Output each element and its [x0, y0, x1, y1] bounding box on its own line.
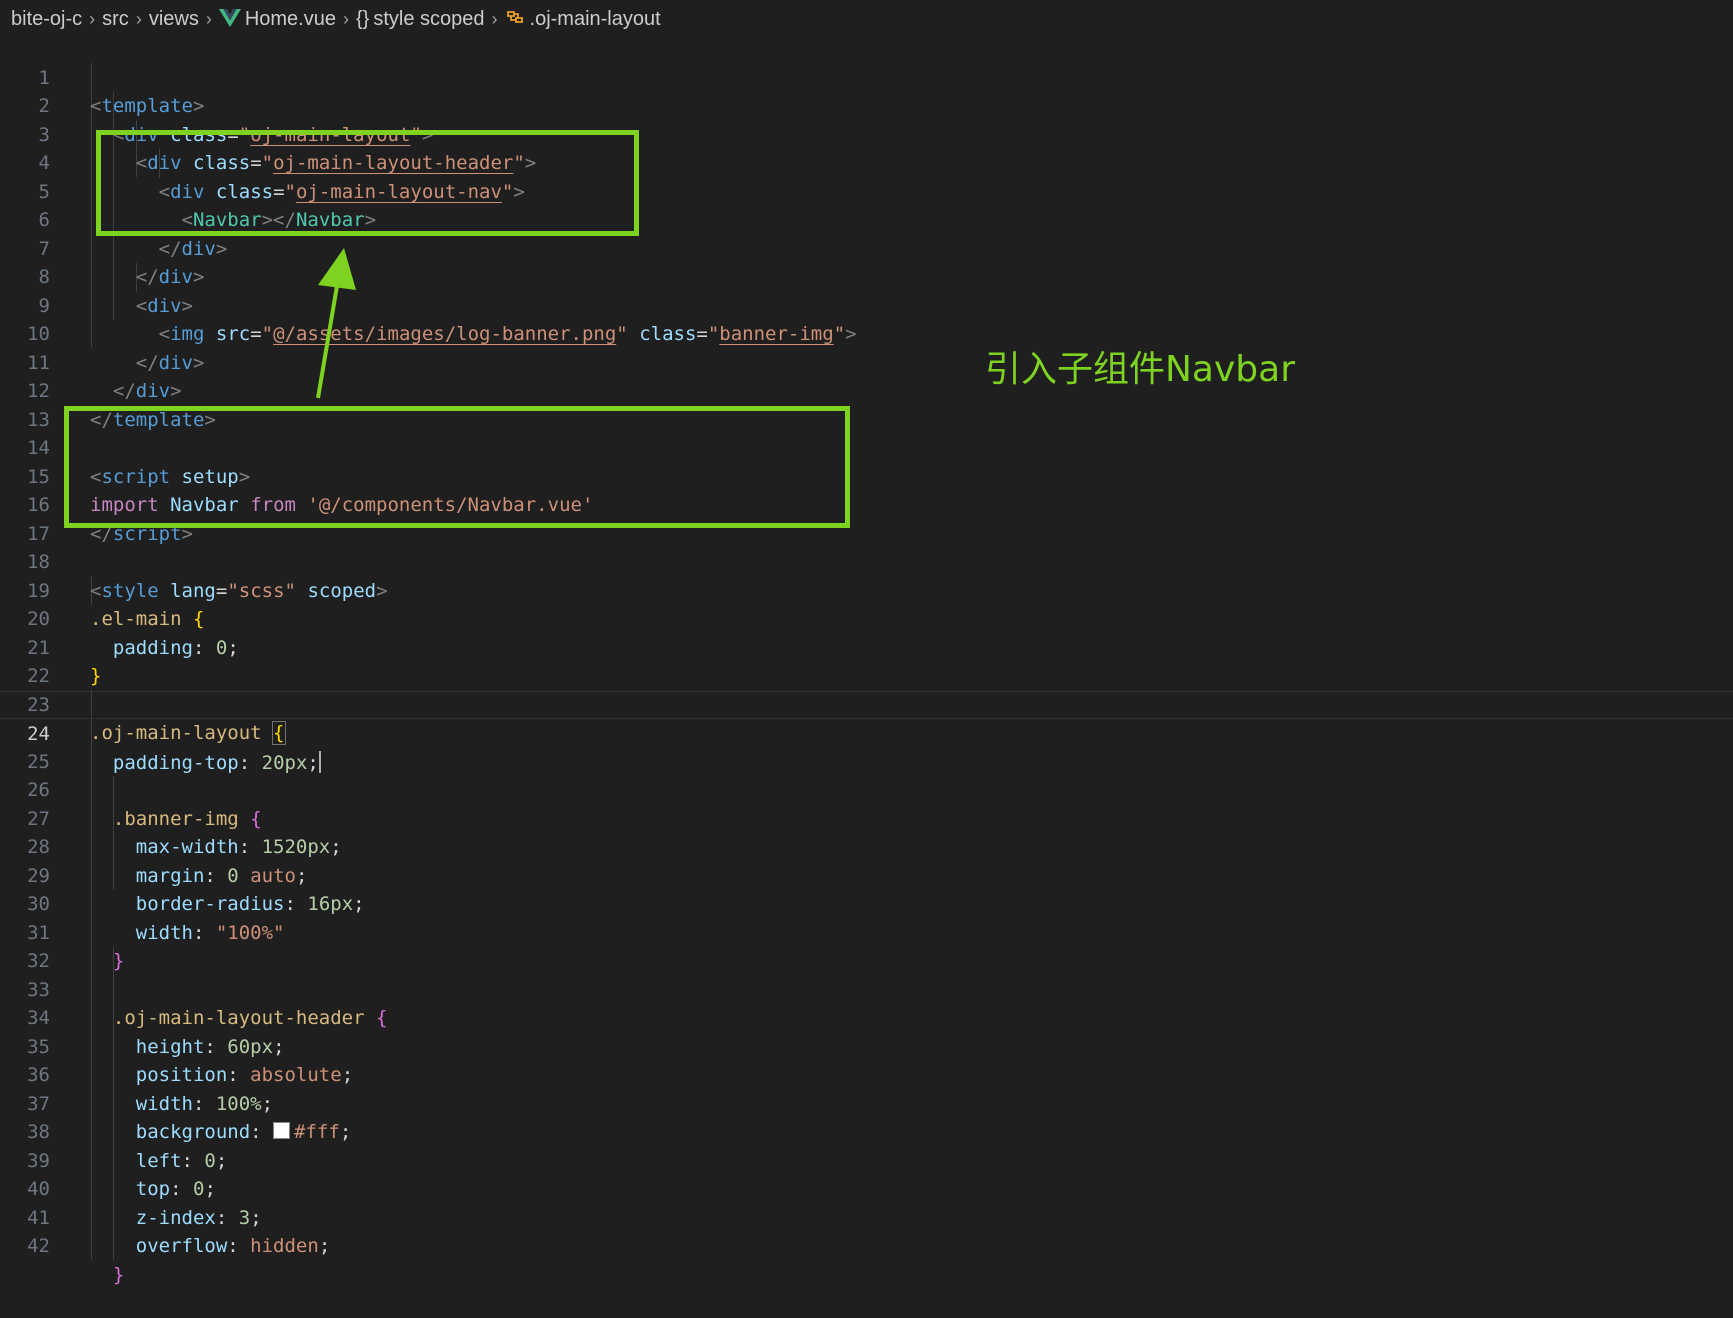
breadcrumb-views[interactable]: views — [149, 8, 199, 31]
code-line[interactable]: 34 height: 60px; — [0, 976, 1733, 1058]
code-line[interactable]: 25 — [0, 719, 1733, 773]
code-line[interactable]: 39 top: 0; — [0, 1118, 1733, 1201]
code-line[interactable]: 19 .el-main { — [0, 548, 1733, 631]
chevron-right-icon: › — [491, 8, 498, 29]
code-line[interactable]: 20 padding: 0; — [0, 577, 1733, 659]
code-line[interactable]: 1 <template> — [0, 35, 1733, 118]
breadcrumb-selector[interactable]: .oj-main-layout — [505, 8, 661, 31]
code-line[interactable]: 12 </template> — [0, 349, 1733, 431]
annotation-label: 引入子组件Navbar — [985, 349, 1296, 390]
chevron-right-icon: › — [205, 8, 212, 29]
breadcrumb-style-block[interactable]: {} style scoped — [356, 8, 485, 31]
breadcrumb-src[interactable]: src — [102, 8, 129, 31]
chevron-right-icon: › — [135, 8, 142, 29]
code-line[interactable]: 36 width: 100%; — [0, 1033, 1733, 1115]
breadcrumb-file-label: Home.vue — [244, 7, 336, 30]
code-line[interactable]: 3 <div class="oj-main-layout-header"> — [0, 92, 1733, 175]
code-line[interactable]: 33 .oj-main-layout-header { — [0, 947, 1733, 1030]
code-line[interactable]: 30 width: "100%" — [0, 862, 1733, 944]
code-line[interactable]: 10 </div> — [0, 292, 1733, 374]
symbol-class-icon — [506, 10, 523, 23]
code-line[interactable]: 29 border-radius: 16px; — [0, 833, 1733, 916]
code-line[interactable]: 21 } — [0, 605, 1733, 688]
chevron-right-icon: › — [342, 8, 349, 29]
code-line[interactable]: 35 position: absolute; — [0, 1004, 1733, 1087]
code-line-current[interactable]: 24 padding-top: 20px; — [0, 690, 1733, 774]
code-line[interactable]: 2 <div class="oj-main-layout"> — [0, 64, 1733, 146]
line-number: 42 — [27, 1235, 50, 1257]
code-line[interactable]: 22 — [0, 634, 1733, 687]
code-line[interactable]: 42 } — [0, 1204, 1733, 1286]
code-line[interactable]: 9 <img src="@/assets/images/log-banner.p… — [0, 263, 1733, 346]
code-line[interactable]: 31 } — [0, 890, 1733, 973]
vue-file-icon — [218, 8, 241, 27]
code-line[interactable]: 27 max-width: 1520px; — [0, 776, 1733, 859]
code-line[interactable]: 28 margin: 0 auto; — [0, 805, 1733, 887]
breadcrumb-file[interactable]: Home.vue — [218, 7, 336, 31]
braces-icon: {} — [355, 7, 370, 30]
code-line[interactable]: 37 background: #fff; — [0, 1061, 1733, 1144]
code-line[interactable]: 23 .oj-main-layout { — [0, 662, 1733, 745]
chevron-right-icon: › — [89, 8, 96, 29]
breadcrumb-style-label: style scoped — [373, 7, 485, 30]
breadcrumb: bite-oj-c › src › views › Home.vue › {} s… — [0, 0, 1733, 38]
code-line[interactable]: 11 </div> — [0, 320, 1733, 403]
import-highlight-box — [64, 406, 850, 528]
code-line[interactable]: 26 .banner-img { — [0, 748, 1733, 830]
code-line[interactable]: 41 overflow: hidden; — [0, 1175, 1733, 1258]
breadcrumb-project[interactable]: bite-oj-c — [11, 8, 82, 31]
code-line[interactable]: 8 <div> — [0, 235, 1733, 317]
breadcrumb-selector-label: .oj-main-layout — [529, 7, 661, 30]
code-line[interactable]: 13 — [0, 377, 1733, 431]
code-line[interactable]: 40 z-index: 3; — [0, 1147, 1733, 1229]
code-line[interactable]: 32 — [0, 919, 1733, 972]
navbar-usage-highlight-box — [96, 130, 639, 236]
code-line[interactable]: 38 left: 0; — [0, 1090, 1733, 1172]
